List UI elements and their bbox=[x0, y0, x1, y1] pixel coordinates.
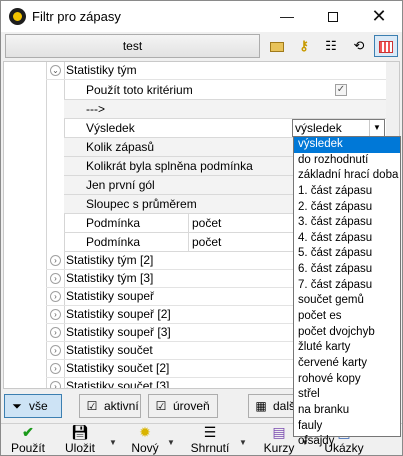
dropdown-option[interactable]: výsledek bbox=[294, 137, 400, 153]
dropdown-option[interactable]: střel bbox=[294, 387, 400, 403]
dropdown-option[interactable]: 2. část zápasu bbox=[294, 200, 400, 216]
funnel-icon: ⏷ bbox=[12, 399, 22, 413]
checkbox-icon: ☑ bbox=[155, 399, 167, 413]
dropdown-option[interactable]: ofsajdy bbox=[294, 434, 400, 450]
tree-node-label: Statistiky tým [3] bbox=[66, 271, 154, 285]
condition-value[interactable]: počet bbox=[188, 233, 292, 251]
result-select[interactable]: výsledek ▼ bbox=[292, 119, 385, 137]
folders-icon[interactable] bbox=[265, 35, 289, 57]
tree-node-statistiky-tym[interactable]: ⌄ Statistiky tým bbox=[46, 62, 386, 80]
columns-icon[interactable] bbox=[374, 35, 398, 57]
tree-node-label: Statistiky součet [3] bbox=[66, 379, 170, 389]
tree-node-label: Statistiky tým bbox=[66, 63, 137, 77]
show-all-label: vše bbox=[29, 399, 48, 413]
prop-label: Jen první gól bbox=[86, 178, 155, 192]
rates-button[interactable]: ▤ Kurzy bbox=[263, 424, 295, 456]
use-label: Použít bbox=[10, 441, 46, 455]
dropdown-option[interactable]: počet dvojchyb bbox=[294, 325, 400, 341]
condition-label: Podmínka bbox=[86, 235, 141, 249]
dropdown-option[interactable]: počet es bbox=[294, 309, 400, 325]
save-button[interactable]: 💾︎ Uložit bbox=[64, 424, 96, 456]
expand-icon[interactable]: › bbox=[50, 381, 61, 388]
tree-list-icon[interactable]: ☷ bbox=[319, 35, 343, 57]
dropdown-option[interactable]: 5. část zápasu bbox=[294, 246, 400, 262]
dropdown-option[interactable]: do rozhodnutí bbox=[294, 153, 400, 169]
document-icon: ☰ bbox=[203, 424, 217, 440]
prop-label: ---> bbox=[86, 102, 105, 116]
floppy-icon: 💾︎ bbox=[71, 424, 89, 440]
minimize-button[interactable]: — bbox=[264, 1, 310, 32]
show-active-label: aktivní bbox=[104, 399, 139, 413]
new-label: Nový bbox=[131, 441, 159, 455]
prop-row-arrow: ---> bbox=[64, 100, 386, 119]
condition-value[interactable]: počet bbox=[188, 214, 292, 232]
expand-icon[interactable]: › bbox=[50, 327, 61, 338]
summary-menu-chevron-icon[interactable]: ▼ bbox=[239, 438, 247, 447]
dropdown-option[interactable]: 4. část zápasu bbox=[294, 231, 400, 247]
prop-label: Kolik zápasů bbox=[86, 140, 155, 154]
prop-label: Výsledek bbox=[86, 121, 135, 135]
dropdown-option[interactable]: 3. část zápasu bbox=[294, 215, 400, 231]
result-select-value: výsledek bbox=[295, 121, 342, 135]
use-criterion-checkbox[interactable]: ✓ bbox=[335, 84, 347, 96]
chevron-down-icon[interactable]: ▼ bbox=[369, 120, 384, 136]
tree-node-label: Statistiky tým [2] bbox=[66, 253, 154, 267]
dropdown-option[interactable]: červené karty bbox=[294, 356, 400, 372]
save-label: Uložit bbox=[64, 441, 95, 455]
dropdown-option[interactable]: 7. část zápasu bbox=[294, 278, 400, 294]
lightbulb-icon: ✹ bbox=[139, 424, 151, 440]
title-bar: Filtr pro zápasy — ✕ bbox=[1, 1, 402, 32]
collapse-icon[interactable]: ⌄ bbox=[50, 65, 61, 76]
level-label: úroveň bbox=[173, 399, 210, 413]
dropdown-option[interactable]: 6. část zápasu bbox=[294, 262, 400, 278]
dropdown-option[interactable]: rohové kopy bbox=[294, 372, 400, 388]
rates-label: Kurzy bbox=[263, 441, 295, 455]
expand-icon[interactable]: › bbox=[50, 255, 61, 266]
expand-icon[interactable]: › bbox=[50, 345, 61, 356]
rates-icon: ▤ bbox=[272, 424, 286, 440]
tree-node-label: Statistiky součet [2] bbox=[66, 361, 170, 375]
prop-label: Kolikrát byla splněna podmínka bbox=[86, 159, 253, 173]
expand-icon[interactable]: › bbox=[50, 363, 61, 374]
app-icon bbox=[9, 8, 26, 25]
dropdown-option[interactable]: součet gemů bbox=[294, 293, 400, 309]
show-all-button[interactable]: ⏷ vše bbox=[4, 394, 62, 418]
new-button[interactable]: ✹ Nový bbox=[131, 424, 159, 456]
use-button[interactable]: ✔ Použít bbox=[8, 424, 48, 456]
save-menu-chevron-icon[interactable]: ▼ bbox=[109, 438, 117, 447]
link-icon[interactable]: ⟲ bbox=[347, 35, 371, 57]
tree-node-label: Statistiky soupeř [3] bbox=[66, 325, 171, 339]
expand-icon[interactable]: › bbox=[50, 291, 61, 302]
window-title: Filtr pro zápasy bbox=[32, 9, 121, 24]
prop-label: Použít toto kritérium bbox=[86, 83, 193, 97]
dropdown-option[interactable]: fauly bbox=[294, 419, 400, 435]
checkbox-icon: ☑ bbox=[86, 399, 98, 413]
condition-label: Podmínka bbox=[86, 216, 141, 230]
filter-window: Filtr pro zápasy — ✕ test ⚷ ☷ ⟲ ⌄ Statis… bbox=[0, 0, 403, 456]
close-button[interactable]: ✕ bbox=[356, 1, 402, 32]
top-toolbar: test ⚷ ☷ ⟲ bbox=[3, 34, 400, 58]
show-active-button[interactable]: ☑ aktivní bbox=[79, 394, 141, 418]
level-button[interactable]: ☑ úroveň bbox=[148, 394, 218, 418]
checkmark-icon: ✔ bbox=[22, 424, 34, 440]
grid-icon: ▦ bbox=[255, 399, 267, 413]
tree-node-label: Statistiky soupeř bbox=[66, 289, 155, 303]
key-icon[interactable]: ⚷ bbox=[292, 35, 316, 57]
summary-label: Shrnutí bbox=[190, 441, 230, 455]
filter-name-field[interactable]: test bbox=[5, 34, 260, 58]
summary-button[interactable]: ☰ Shrnutí bbox=[190, 424, 230, 456]
dropdown-option[interactable]: 1. část zápasu bbox=[294, 184, 400, 200]
maximize-button[interactable] bbox=[310, 1, 356, 32]
dropdown-option[interactable]: na branku bbox=[294, 403, 400, 419]
expand-icon[interactable]: › bbox=[50, 309, 61, 320]
result-dropdown-list[interactable]: výsledek do rozhodnutí základní hrací doba… bbox=[293, 136, 401, 447]
dropdown-option[interactable]: žluté karty bbox=[294, 340, 400, 356]
tree-node-label: Statistiky součet bbox=[66, 343, 153, 357]
prop-label: Sloupec s průměrem bbox=[86, 197, 197, 211]
prop-row-use: Použít toto kritérium ✓ bbox=[64, 81, 386, 100]
expand-icon[interactable]: › bbox=[50, 273, 61, 284]
new-menu-chevron-icon[interactable]: ▼ bbox=[167, 438, 175, 447]
dropdown-option[interactable]: základní hrací doba bbox=[294, 168, 400, 184]
tree-node-label: Statistiky soupeř [2] bbox=[66, 307, 171, 321]
